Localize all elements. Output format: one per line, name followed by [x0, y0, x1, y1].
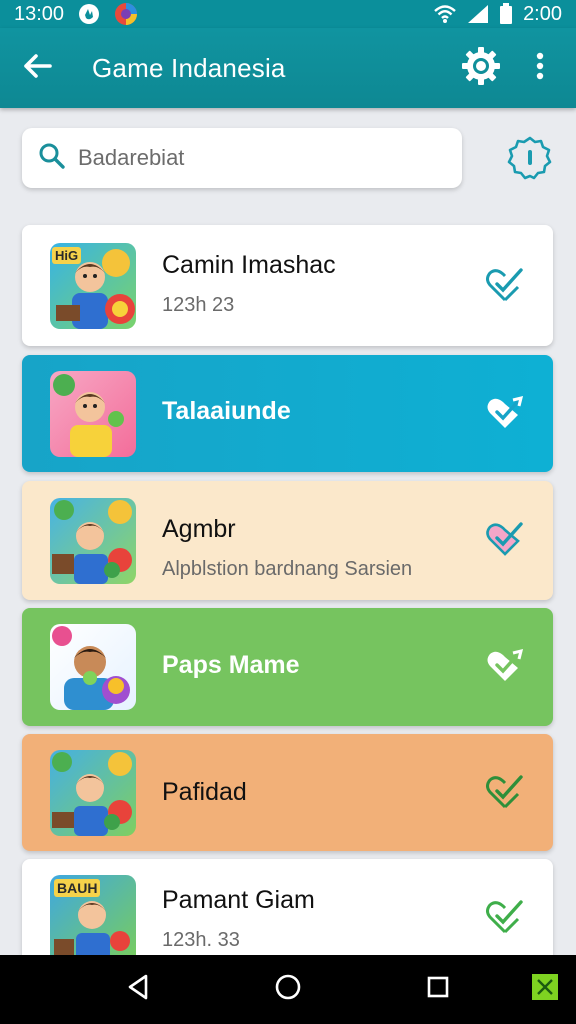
- nav-home-icon: [274, 973, 302, 1006]
- signal-icon: [467, 4, 489, 24]
- thumbnail-label: BAUH: [54, 879, 101, 897]
- nav-home-button[interactable]: [268, 969, 308, 1009]
- settings-button[interactable]: [459, 46, 503, 90]
- game-title: Agmbr: [162, 515, 236, 543]
- list-item[interactable]: Pafidad: [22, 734, 553, 851]
- status-time: 13:00: [14, 2, 65, 25]
- game-thumbnail: [50, 750, 136, 836]
- game-thumbnail: [50, 624, 136, 710]
- list-item[interactable]: Paps Mame: [22, 608, 553, 726]
- list-item[interactable]: BAUH Pamant Giam 123h. 33: [22, 859, 553, 959]
- more-vert-icon: [535, 52, 545, 85]
- nav-back-button[interactable]: [118, 969, 158, 1009]
- game-subtitle: Alpblstion bardnang Sarsien: [162, 558, 413, 580]
- heart-check-icon: [485, 645, 525, 690]
- battery-icon: [499, 3, 513, 25]
- page-title: Game Indanesia: [92, 52, 286, 83]
- game-subtitle: 123h. 33: [162, 929, 240, 951]
- hand-notification-icon: [78, 3, 100, 25]
- heart-check-icon: [485, 392, 525, 437]
- search-bar[interactable]: [22, 128, 462, 188]
- game-title: Camin Imashac: [162, 251, 336, 279]
- status-bar: 13:00 2:00: [0, 0, 576, 28]
- list-item[interactable]: HiG Camin Imashac 123h 23: [22, 225, 553, 346]
- wifi-icon: [433, 4, 457, 24]
- nav-back-icon: [126, 974, 150, 1005]
- game-title: Pafidad: [162, 778, 247, 806]
- search-icon: [38, 142, 66, 175]
- heart-check-icon: [485, 264, 525, 309]
- list-item[interactable]: Talaaiunde: [22, 355, 553, 472]
- gear-icon: [461, 46, 501, 91]
- favorite-toggle[interactable]: [482, 895, 528, 941]
- favorite-toggle[interactable]: [482, 263, 528, 309]
- favorite-toggle[interactable]: [482, 517, 528, 563]
- nav-recents-icon: [426, 975, 450, 1004]
- game-subtitle: 123h 23: [162, 294, 235, 316]
- green-x-icon: [531, 973, 559, 1006]
- game-thumbnail: [50, 498, 136, 584]
- game-thumbnail: [50, 371, 136, 457]
- thumbnail-label: HiG: [52, 247, 82, 264]
- extra-nav-button[interactable]: [525, 969, 565, 1009]
- heart-check-icon: [485, 771, 525, 816]
- favorite-toggle[interactable]: [482, 770, 528, 816]
- favorite-toggle[interactable]: [482, 644, 528, 690]
- game-thumbnail: BAUH: [50, 875, 136, 959]
- heart-check-icon: [485, 896, 525, 941]
- back-button[interactable]: [0, 28, 74, 108]
- status-time-right: 2:00: [523, 2, 562, 25]
- list-item[interactable]: Agmbr Alpblstion bardnang Sarsien: [22, 481, 553, 600]
- game-title: Talaaiunde: [162, 397, 291, 425]
- game-thumbnail: HiG: [50, 243, 136, 329]
- search-input[interactable]: [78, 145, 418, 171]
- app-bar: Game Indanesia: [0, 28, 576, 108]
- system-nav-bar: [0, 955, 576, 1024]
- favorite-toggle[interactable]: [482, 391, 528, 437]
- filter-button[interactable]: [506, 136, 554, 184]
- arrow-left-icon: [22, 53, 52, 84]
- color-app-icon: [114, 2, 138, 26]
- game-title: Paps Mame: [162, 651, 300, 679]
- heart-check-icon: [485, 518, 525, 563]
- more-options-button[interactable]: [522, 46, 558, 90]
- game-title: Pamant Giam: [162, 886, 315, 914]
- badge-filter-icon: [507, 135, 553, 186]
- nav-recents-button[interactable]: [418, 969, 458, 1009]
